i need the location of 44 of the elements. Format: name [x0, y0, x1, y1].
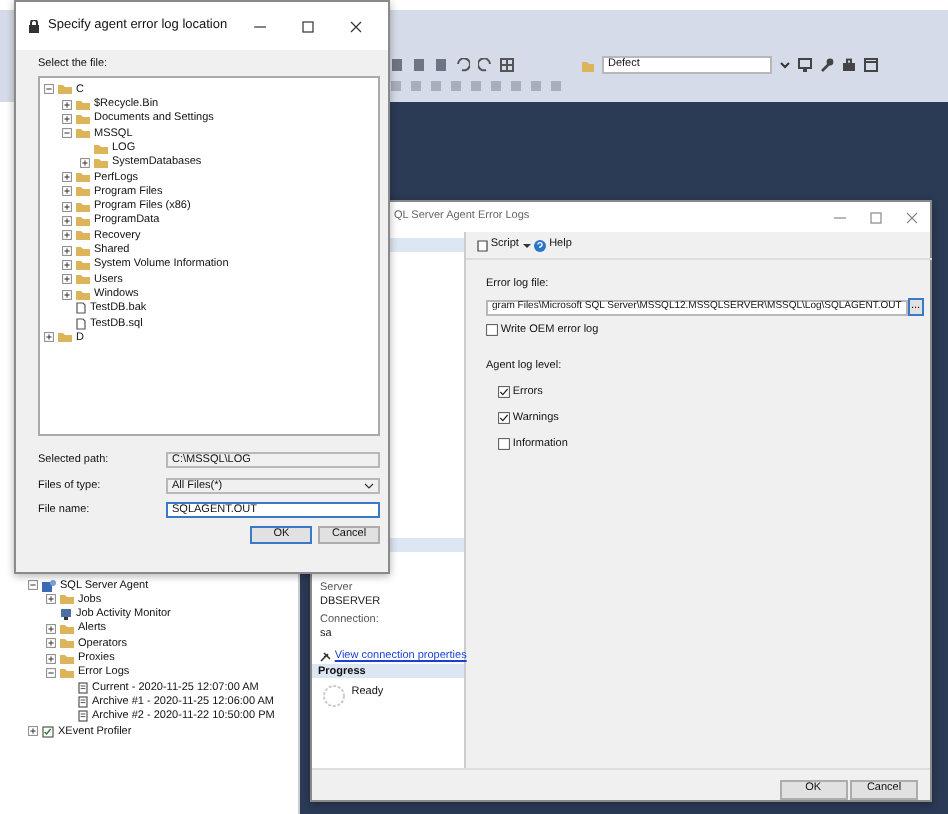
expand-icon[interactable]	[62, 259, 72, 270]
help-icon[interactable]	[534, 239, 547, 251]
folder-icon	[58, 332, 72, 343]
expand-icon[interactable]	[46, 594, 56, 605]
expand-icon[interactable]	[62, 186, 72, 197]
expand-icon[interactable]	[62, 172, 72, 183]
expand-icon[interactable]	[62, 289, 72, 300]
monitor-icon[interactable]	[798, 58, 812, 72]
script-icon	[476, 239, 488, 251]
spinner-icon	[322, 684, 346, 709]
checkbox[interactable]	[486, 324, 498, 337]
expand-icon[interactable]	[46, 653, 56, 664]
checked-checkbox[interactable]	[498, 412, 510, 425]
expand-icon[interactable]	[46, 624, 56, 635]
monitor-icon	[60, 608, 72, 621]
expand-icon[interactable]	[62, 230, 72, 241]
collapse-icon[interactable]	[28, 580, 38, 591]
agent-icon	[42, 579, 56, 592]
folder-icon	[60, 594, 74, 605]
dropdown-arrow-icon[interactable]	[521, 241, 532, 249]
expand-icon[interactable]	[62, 216, 72, 227]
expand-icon[interactable]	[80, 157, 90, 168]
wrench-icon[interactable]	[820, 58, 834, 72]
collapse-icon[interactable]	[44, 84, 54, 95]
collapse-icon[interactable]	[62, 128, 72, 139]
expand-icon[interactable]	[62, 113, 72, 124]
plug-icon	[320, 651, 332, 662]
expand-icon[interactable]	[62, 245, 72, 256]
profiler-icon	[42, 725, 54, 738]
undo-icon[interactable]	[456, 58, 470, 72]
redo-icon[interactable]	[478, 58, 492, 72]
expand-icon[interactable]	[62, 274, 72, 285]
expand-icon[interactable]	[44, 332, 54, 343]
checked-checkbox[interactable]	[498, 385, 510, 398]
window-icon[interactable]	[864, 58, 878, 72]
expand-icon[interactable]	[62, 99, 72, 110]
expand-icon[interactable]	[62, 201, 72, 212]
grid-icon[interactable]	[500, 58, 514, 72]
collapse-icon[interactable]	[46, 667, 56, 678]
toolbox-icon[interactable]	[842, 58, 856, 72]
checkbox[interactable]	[498, 438, 510, 451]
lock-icon	[28, 19, 40, 33]
expand-icon[interactable]	[46, 638, 56, 649]
expand-icon[interactable]	[28, 726, 38, 737]
